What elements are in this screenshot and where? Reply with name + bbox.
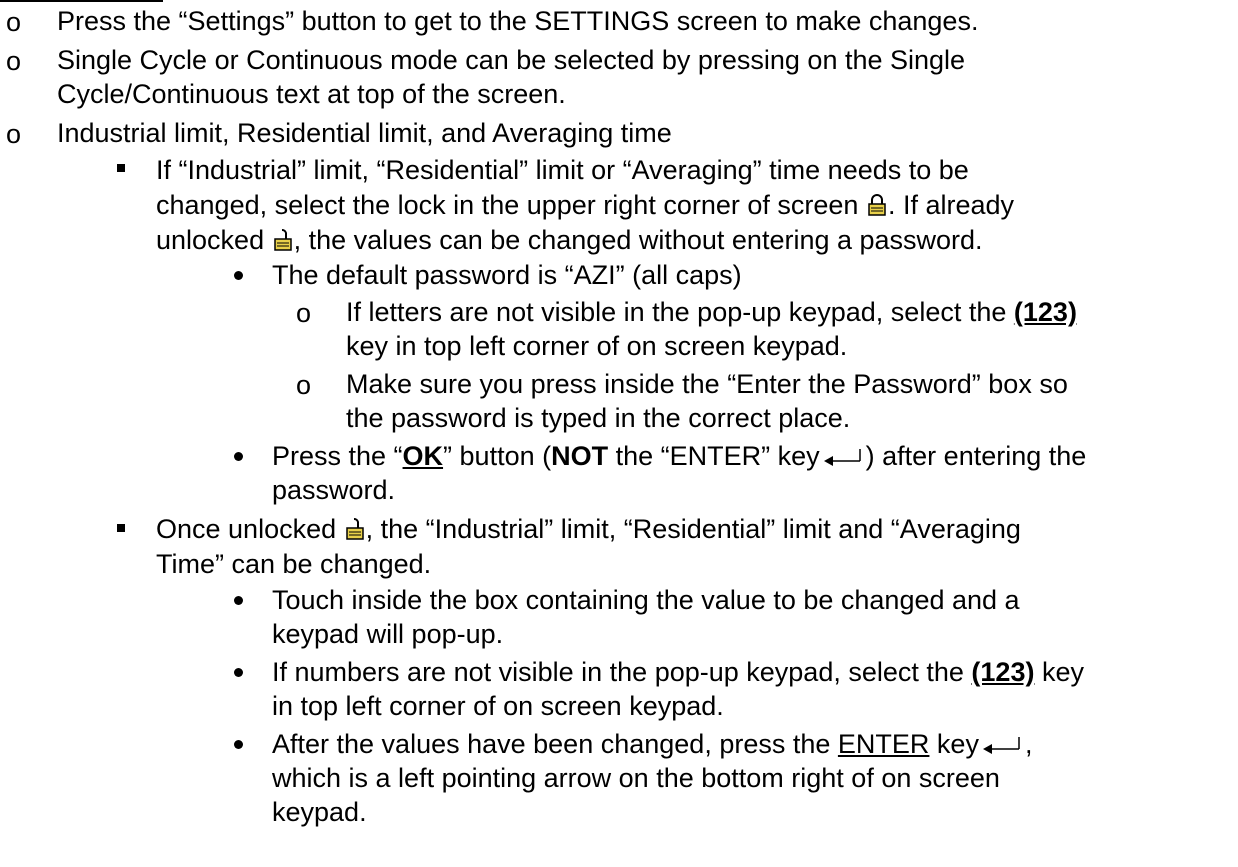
text-line: in top left corner of on screen keypad. [272, 691, 724, 721]
text-line: keypad. [272, 797, 367, 827]
text-line: key in top left corner of on screen keyp… [346, 331, 848, 361]
lock-open-icon [345, 518, 364, 540]
enter-arrow-icon [982, 729, 1021, 763]
text-span: . If already [887, 190, 1014, 220]
dot-bullet [234, 271, 243, 280]
text-line: If “Industrial” limit, “Residential” lim… [156, 155, 969, 185]
text-span: Once unlocked [156, 514, 337, 544]
text-line: If letters are not visible in the pop-up… [346, 295, 1077, 329]
enter-arrow-icon [823, 441, 862, 475]
dot-bullet [234, 668, 243, 677]
text-line: Press the “OK” button (NOT the “ENTER” k… [272, 439, 1086, 475]
top-rule [0, 0, 163, 2]
text-line: which is a left pointing arrow on the bo… [272, 763, 1000, 793]
text-line: Industrial limit, Residential limit, and… [57, 118, 672, 148]
hollow-bullet: o [296, 298, 312, 328]
text-span: key [929, 729, 979, 759]
text-span: , [1024, 729, 1033, 759]
square-bullet [117, 164, 125, 172]
ok-label: OK [402, 441, 444, 471]
text-span: , the values can be changed without ente… [293, 225, 983, 255]
text-span: Press the “ [272, 441, 403, 471]
text-line: Touch inside the box containing the valu… [272, 585, 1020, 615]
text-span: After the values have been changed, pres… [272, 729, 831, 759]
text-span: changed, select the lock in the upper ri… [156, 190, 859, 220]
hollow-bullet: o [6, 119, 22, 149]
text-line: Single Cycle or Continuous mode can be s… [57, 45, 966, 75]
text-span: unlocked [156, 225, 265, 255]
dot-bullet [234, 740, 243, 749]
enter-label: ENTER [837, 729, 930, 759]
text-line: changed, select the lock in the upper ri… [156, 188, 1014, 222]
hollow-bullet: o [6, 7, 22, 37]
text-span: ” button ( [443, 441, 552, 471]
text-line: Time” can be changed. [156, 549, 432, 579]
text-line: If numbers are not visible in the pop-up… [272, 655, 1084, 689]
dot-bullet [234, 452, 243, 461]
text-line: keypad will pop-up. [272, 619, 504, 649]
text-line: Cycle/Continuous text at top of the scre… [57, 79, 566, 109]
not-label: NOT [551, 441, 609, 471]
text-span: key [1034, 657, 1084, 687]
text-span: the “ENTER” key [608, 441, 820, 471]
lock-closed-icon [868, 194, 886, 216]
text-line: Make sure you press inside the “Enter th… [346, 369, 1068, 399]
text-span: , the “Industrial” limit, “Residential” … [365, 514, 1021, 544]
text-line: the password is typed in the correct pla… [346, 403, 851, 433]
text-line: password. [272, 475, 396, 505]
text-line: After the values have been changed, pres… [272, 727, 1032, 763]
key-label-123: (123) [971, 657, 1035, 687]
lock-open-icon [273, 229, 292, 251]
text-span: If numbers are not visible in the pop-up… [272, 657, 964, 687]
text-line: Press the “Settings” button to get to th… [57, 6, 979, 36]
hollow-bullet: o [296, 370, 312, 400]
text-span: ) after entering the [865, 441, 1087, 471]
square-bullet [117, 524, 125, 532]
text-line: unlocked , the values can be changed wit… [156, 223, 983, 257]
key-label-123: (123) [1013, 297, 1077, 327]
dot-bullet [234, 596, 243, 605]
text-span: If letters are not visible in the pop-up… [346, 297, 1007, 327]
hollow-bullet: o [6, 46, 22, 76]
text-line: Once unlocked , the “Industrial” limit, … [156, 512, 1021, 546]
text-line: The default password is “AZI” (all caps) [272, 260, 742, 290]
